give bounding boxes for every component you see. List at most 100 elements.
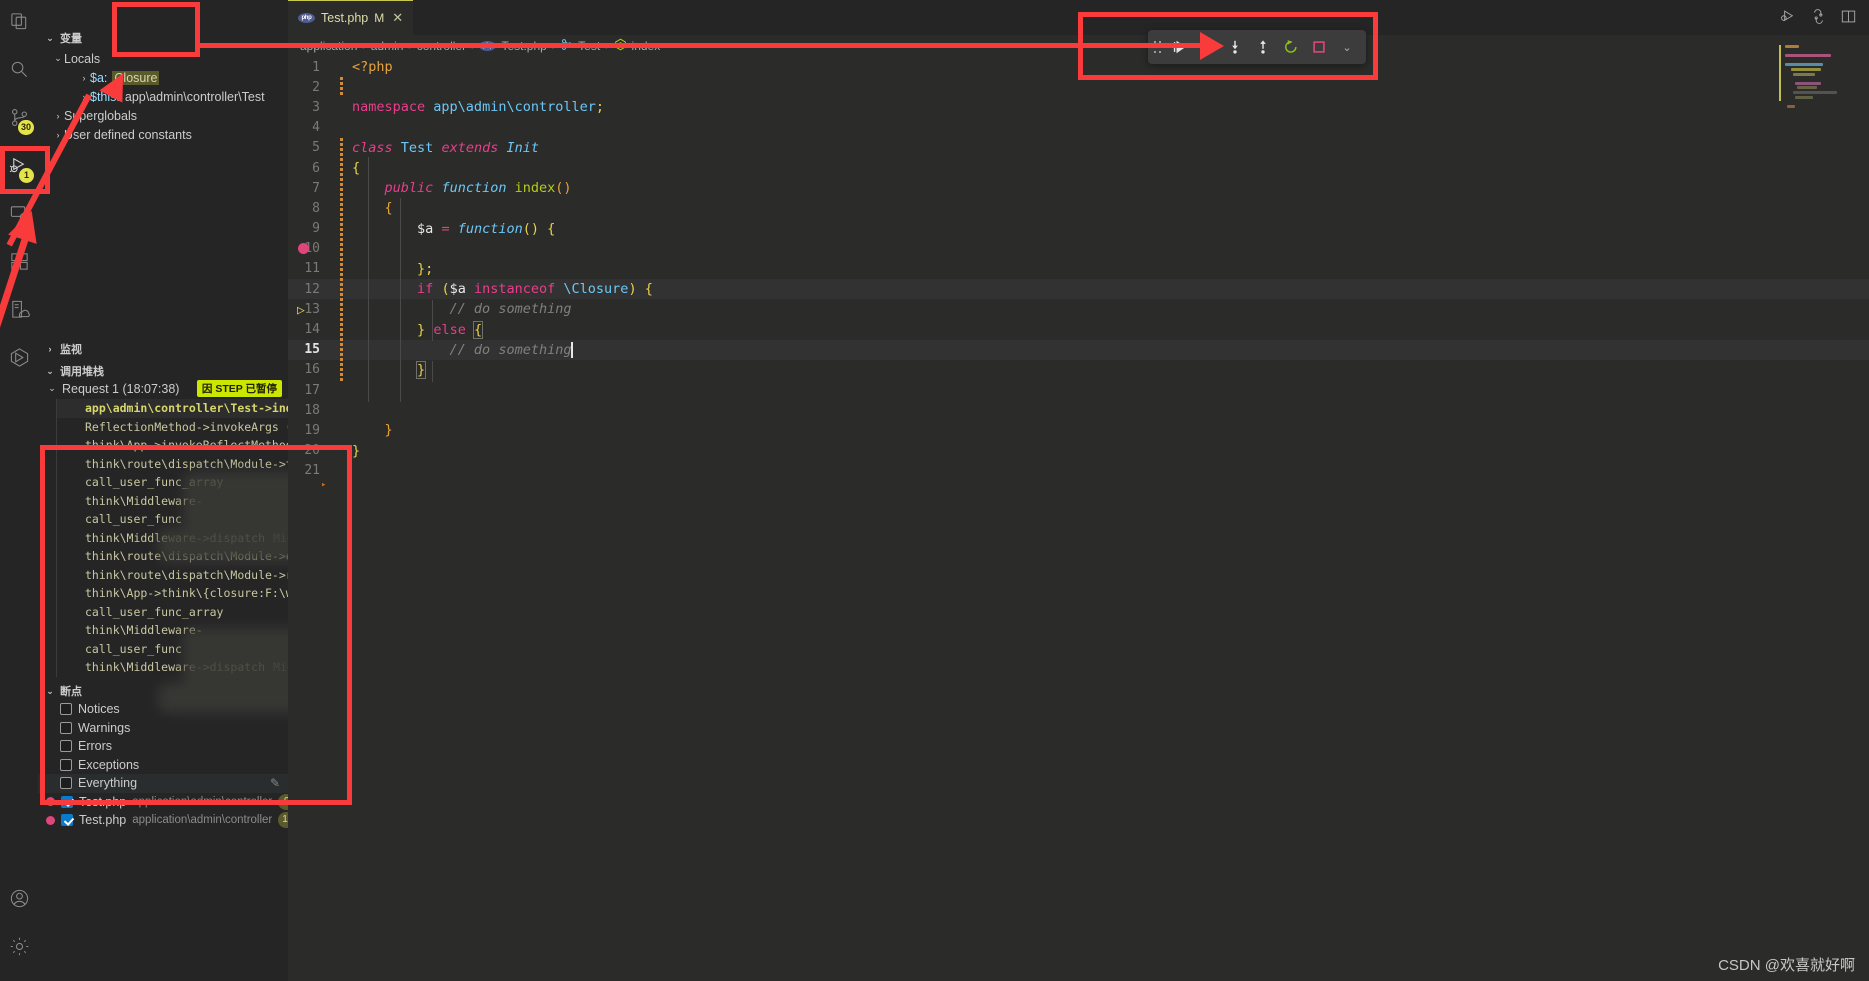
chevron-down-icon[interactable]: ⌄ xyxy=(1334,34,1360,60)
variable-row-a[interactable]: › $a: Closure xyxy=(38,68,288,87)
code-line[interactable]: 17 xyxy=(288,380,1869,400)
activity-item-accounts[interactable] xyxy=(0,877,38,925)
stack-frame-row[interactable]: think\route\dispatch\Module->run xyxy=(57,566,288,585)
watch-header[interactable]: › 监视 xyxy=(38,338,288,360)
checkbox[interactable] xyxy=(60,721,72,734)
minimap-modified-bar xyxy=(1779,45,1781,101)
code-line[interactable]: 11 }; xyxy=(288,259,1869,279)
line-number: 21 xyxy=(304,463,320,479)
breadcrumb-item-method[interactable]: index xyxy=(632,39,661,53)
editor-tab-testphp[interactable]: php Test.php M ✕ xyxy=(288,0,414,35)
variables-header[interactable]: ⌄ 变量 xyxy=(38,27,288,49)
breakpoint-dot-icon[interactable] xyxy=(298,243,309,254)
breakpoint-toggle-notices[interactable]: Notices xyxy=(38,700,288,719)
checkbox[interactable] xyxy=(60,703,72,716)
code-line[interactable]: 2 xyxy=(288,77,1869,97)
activity-item-container-tools[interactable] xyxy=(0,336,38,384)
code-line[interactable]: 21 xyxy=(288,461,1869,481)
code-line[interactable]: ▸ 20} xyxy=(288,441,1869,490)
chevron-down-icon: ⌄ xyxy=(46,365,54,376)
code-line[interactable]: 10 xyxy=(288,239,1869,259)
stack-frame-row[interactable]: think\route\dispatch\Module->think\ro xyxy=(57,455,288,474)
variables-group-superglobals[interactable]: › Superglobals xyxy=(38,106,288,125)
checkbox[interactable] xyxy=(60,740,72,753)
variable-name: $a: xyxy=(90,70,108,85)
breakpoint-toggle-everything[interactable]: Everything ✎ xyxy=(38,774,288,793)
activity-item-source-control[interactable]: 30 xyxy=(0,96,38,144)
close-icon[interactable]: ✕ xyxy=(392,10,403,26)
code-line[interactable]: 6{ xyxy=(288,158,1869,178)
variables-group-user-constants[interactable]: › User defined constants xyxy=(38,125,288,144)
step-out-icon[interactable] xyxy=(1250,34,1276,60)
frame-name: ReflectionMethod->invokeArgs xyxy=(85,419,279,434)
stack-frame-row[interactable]: app\admin\controller\Test->index xyxy=(57,399,288,418)
split-editor-icon[interactable] xyxy=(1840,8,1857,30)
activity-item-explorer[interactable] xyxy=(0,0,38,48)
variables-group-locals[interactable]: ⌄ Locals xyxy=(38,49,288,68)
checkbox[interactable] xyxy=(61,814,73,827)
remote-explorer-icon: >_ xyxy=(9,203,30,229)
stop-icon[interactable] xyxy=(1306,34,1332,60)
breadcrumb-separator: › xyxy=(605,40,609,52)
continue-icon[interactable] xyxy=(1166,34,1192,60)
php-icon: php xyxy=(298,13,315,23)
line-number: 4 xyxy=(312,120,320,136)
step-over-icon[interactable] xyxy=(1194,34,1220,60)
code-line[interactable]: 3 namespace app\admin\controller; xyxy=(288,97,1869,117)
stack-frame-row[interactable]: call_user_func_array xyxy=(57,603,288,622)
line-number: 5 xyxy=(312,140,320,156)
stack-frame-row[interactable]: think\App->invokeReflectMethodC… xyxy=(57,436,288,455)
activity-item-search[interactable] xyxy=(0,48,38,96)
activity-item-remote-explorer[interactable]: >_ xyxy=(0,192,38,240)
variable-row-this[interactable]: › $this: app\admin\controller\Test xyxy=(38,87,288,106)
code-line[interactable]: 18 xyxy=(288,400,1869,420)
breadcrumb-item-application[interactable]: application xyxy=(300,39,357,53)
breakpoint-file-row[interactable]: Test.php application\admin\controller 19 xyxy=(38,811,296,830)
code-line[interactable]: 9 $a = function() { xyxy=(288,219,1869,254)
activity-item-extensions[interactable] xyxy=(0,240,38,288)
step-into-icon[interactable] xyxy=(1222,34,1248,60)
drag-handle-icon[interactable] xyxy=(1154,41,1161,53)
activity-item-run-and-debug[interactable]: 1 xyxy=(0,144,38,192)
code-line[interactable]: 19 } xyxy=(288,420,1869,440)
breakpoint-file-row[interactable]: Test.php application\admin\controller 9 xyxy=(38,793,296,812)
code-line[interactable]: 8 { xyxy=(288,198,1869,218)
activity-item-settings[interactable] xyxy=(0,925,38,973)
edit-pencil-icon[interactable]: ✎ xyxy=(270,776,280,790)
breadcrumb-item-class[interactable]: Test xyxy=(578,39,600,53)
code-line[interactable]: 14 } else { xyxy=(288,319,1869,339)
code-line[interactable]: 4 xyxy=(288,118,1869,138)
run-php-file-icon[interactable] xyxy=(1780,8,1797,30)
minimap[interactable] xyxy=(1779,45,1855,145)
breakpoints-header[interactable]: ⌄ 断点 xyxy=(38,680,288,702)
fold-indicator-icon[interactable]: ▸ xyxy=(321,480,326,490)
call-stack-session-row[interactable]: ⌄ Request 1 (18:07:38) 因 STEP 已暂停 xyxy=(38,378,288,399)
split-preview-icon[interactable] xyxy=(1810,8,1827,30)
breadcrumb-separator: › xyxy=(551,40,556,52)
breakpoint-toggle-errors[interactable]: Errors xyxy=(38,737,288,756)
breakpoint-toggle-warnings[interactable]: Warnings xyxy=(38,719,288,738)
code-line[interactable]: ▷ 12 if ($a instanceof \Closure) { xyxy=(288,279,1869,317)
breakpoint-toggle-exceptions[interactable]: Exceptions xyxy=(38,756,288,775)
code-token: index xyxy=(514,180,556,197)
line-number: 9 xyxy=(312,221,320,237)
code-line[interactable]: 7 public function index() xyxy=(288,178,1869,198)
code-line[interactable]: 15 // do something xyxy=(288,339,1869,360)
stack-frame-row[interactable]: ReflectionMethod->invokeArgsCo… xyxy=(57,418,288,437)
code-line[interactable]: 5 class Test extends Init xyxy=(288,138,1869,158)
checkbox[interactable] xyxy=(60,777,72,790)
checkbox[interactable] xyxy=(60,758,72,771)
restart-icon[interactable] xyxy=(1278,34,1304,60)
checkbox[interactable] xyxy=(61,795,73,808)
code-token: <?php xyxy=(352,59,393,76)
breadcrumb-item-file[interactable]: Test.php xyxy=(501,39,546,53)
code-line[interactable]: 1 <?php xyxy=(288,57,1869,77)
code-line[interactable]: 13 // do something xyxy=(288,299,1869,319)
code-editor[interactable]: 1 <?php 2 3 namespace app\admin\controller… xyxy=(288,57,1869,981)
breadcrumb-item-admin[interactable]: admin xyxy=(371,39,404,53)
breadcrumb-item-controller[interactable]: controller xyxy=(417,39,466,53)
debug-floating-toolbar[interactable]: ⌄ xyxy=(1148,30,1366,64)
code-line[interactable]: 16 } xyxy=(288,360,1869,380)
activity-item-cloud-docs[interactable] xyxy=(0,288,38,336)
stack-frame-row[interactable]: think\App->think\{closure:F:\wwwroot\ xyxy=(57,584,288,603)
